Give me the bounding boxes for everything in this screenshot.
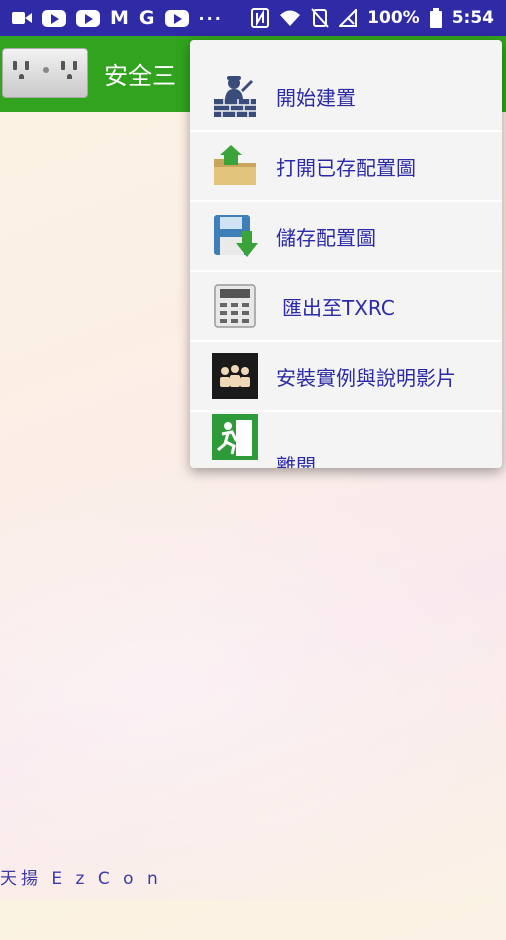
open-folder-icon: [212, 143, 258, 189]
save-icon: [212, 213, 258, 259]
menu-item-label: 開始建置: [276, 85, 356, 110]
options-menu: 開始建置 打開已存配置圖 儲存配置圖 匯出至TXRC 安裝實例與說明影片 離開: [190, 40, 502, 468]
menu-item-label: 匯出至TXRC: [282, 295, 395, 320]
menu-item-exit[interactable]: 離開: [190, 412, 502, 468]
notification-icons: M G ···: [12, 7, 223, 29]
video-camera-icon: [12, 7, 32, 29]
wifi-icon: [279, 7, 301, 29]
battery-level: 100%: [367, 8, 420, 28]
background-wave: [0, 420, 506, 940]
menu-item-export-txrc[interactable]: 匯出至TXRC: [190, 272, 502, 342]
outlet-icon: [2, 48, 88, 98]
remote-control-icon: [212, 283, 258, 329]
footer-brand: 天揚 E z C o n: [0, 869, 162, 889]
menu-item-start-build[interactable]: 開始建置: [190, 62, 502, 132]
youtube-icon: [42, 7, 66, 29]
video-audience-icon: [212, 353, 258, 399]
menu-item-label: 打開已存配置圖: [276, 155, 416, 180]
menu-item-label: 離開: [276, 454, 316, 468]
builder-icon: [212, 73, 258, 119]
menu-item-label: 儲存配置圖: [276, 225, 376, 250]
status-bar: M G ··· 100% 5:54: [0, 0, 506, 36]
mute-icon: [311, 7, 329, 29]
nfc-icon: [251, 7, 270, 29]
battery-icon: [429, 7, 442, 29]
no-signal-icon: [339, 7, 358, 29]
gmail-icon: M: [110, 7, 129, 29]
system-icons: 100% 5:54: [251, 7, 494, 29]
menu-item-label: 安裝實例與說明影片: [276, 365, 456, 390]
menu-item-save-layout[interactable]: 儲存配置圖: [190, 202, 502, 272]
more-dots-icon: ···: [198, 8, 223, 28]
menu-item-install-videos[interactable]: 安裝實例與說明影片: [190, 342, 502, 412]
exit-icon: [212, 414, 258, 460]
youtube-icon: [164, 7, 189, 29]
menu-item-open-layout[interactable]: 打開已存配置圖: [190, 132, 502, 202]
app-title: 安全三: [104, 62, 176, 90]
google-icon: G: [138, 7, 155, 29]
youtube-icon: [76, 7, 100, 29]
clock: 5:54: [451, 8, 494, 28]
